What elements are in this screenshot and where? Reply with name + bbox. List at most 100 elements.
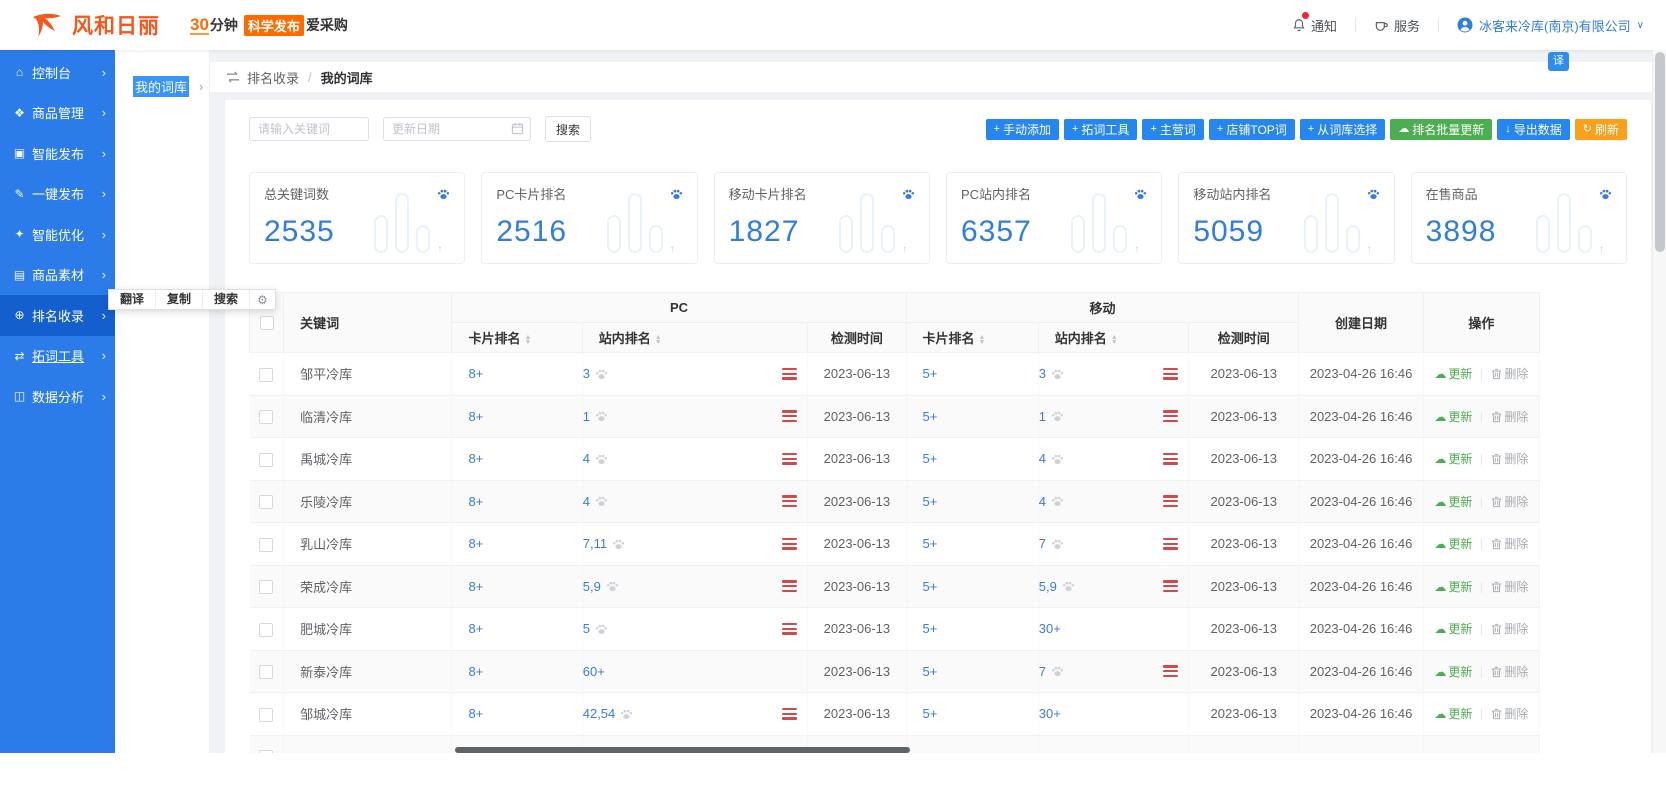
select-all-checkbox[interactable] [259, 316, 274, 331]
sidebar-item-product-management[interactable]: ❖ 商品管理 › [0, 93, 115, 134]
mobile-site-rank-link[interactable]: 30+ [1039, 706, 1061, 721]
notifications-button[interactable]: 通知 [1274, 11, 1355, 35]
pc-card-rank-link[interactable]: 8+ [468, 366, 483, 381]
pc-site-rank-link[interactable]: 3 [583, 366, 590, 381]
sidebar-item-one-click-publish[interactable]: ✎ 一键发布 › [0, 174, 115, 215]
pc-site-rank-link[interactable]: 1 [583, 409, 590, 424]
row-checkbox[interactable] [259, 495, 274, 510]
update-button[interactable]: ☁ 更新 [1434, 367, 1472, 381]
rank-list-icon[interactable] [782, 707, 798, 720]
word-expand-tools-button[interactable]: + 拓词工具 [1063, 118, 1138, 140]
delete-button[interactable]: 删除 [1491, 707, 1528, 721]
selection-menu-search[interactable]: 搜索 [203, 290, 251, 309]
mobile-card-rank-link[interactable]: 5+ [923, 706, 938, 721]
account-menu[interactable]: 冰客来冷库(南京)有限公司 ∨ [1439, 16, 1644, 35]
update-button[interactable]: ☁ 更新 [1434, 707, 1472, 721]
row-checkbox[interactable] [259, 750, 274, 753]
delete-button[interactable]: 删除 [1491, 665, 1528, 679]
mobile-site-rank-link[interactable]: 3 [1039, 366, 1046, 381]
update-button[interactable]: ☁ 更新 [1434, 537, 1472, 551]
pc-site-rank-link[interactable]: 42,54 [583, 706, 616, 721]
row-checkbox[interactable] [259, 537, 274, 552]
row-checkbox[interactable] [259, 580, 274, 595]
vertical-scrollbar-thumb[interactable] [1654, 52, 1665, 252]
update-date-input[interactable] [383, 117, 531, 141]
pc-card-rank-link[interactable]: 8+ [468, 536, 483, 551]
row-checkbox[interactable] [259, 707, 274, 722]
row-checkbox[interactable] [259, 622, 274, 637]
gear-icon[interactable]: ⚙ [250, 293, 275, 307]
update-button[interactable]: ☁ 更新 [1434, 452, 1472, 466]
pc-card-rank-link[interactable]: 8+ [468, 579, 483, 594]
delete-button[interactable]: 删除 [1491, 452, 1528, 466]
mobile-card-rank-link[interactable]: 5+ [923, 494, 938, 509]
mobile-card-rank-link[interactable]: 5+ [923, 579, 938, 594]
rank-list-icon[interactable] [782, 452, 798, 465]
mobile-site-rank-link[interactable]: 7 [1039, 536, 1046, 551]
update-button[interactable]: ☁ 更新 [1434, 665, 1472, 679]
update-button[interactable]: ☁ 更新 [1434, 622, 1472, 636]
sort-icon[interactable]: ▲ ▼ [1111, 334, 1118, 346]
main-words-button[interactable]: + 主营词 [1142, 118, 1204, 140]
rank-list-icon[interactable] [1163, 367, 1179, 380]
mobile-card-rank-link[interactable]: 5+ [923, 366, 938, 381]
pc-card-rank-link[interactable]: 8+ [468, 621, 483, 636]
mobile-site-rank-link[interactable]: 4 [1039, 451, 1046, 466]
rank-list-icon[interactable] [782, 367, 798, 380]
select-from-lexicon-button[interactable]: + 从词库选择 [1299, 118, 1386, 140]
sidebar-item-data-analytics[interactable]: ◫ 数据分析 › [0, 376, 115, 417]
pc-site-rank-link[interactable]: 60+ [583, 664, 605, 679]
delete-button[interactable]: 删除 [1491, 367, 1528, 381]
pc-site-rank-link[interactable]: 5,9 [583, 579, 601, 594]
delete-button[interactable]: 删除 [1491, 410, 1528, 424]
sort-icon[interactable]: ▲ ▼ [979, 334, 986, 346]
pc-site-rank-link[interactable]: 4 [583, 451, 590, 466]
sort-icon[interactable]: ▲ ▼ [524, 334, 531, 346]
col-mobile-site-rank[interactable]: 站内排名 ▲ ▼ [1037, 322, 1190, 353]
pc-site-rank-link[interactable]: 7,11 [583, 536, 607, 551]
delete-button[interactable]: 删除 [1491, 537, 1528, 551]
sidebar-item-dashboard[interactable]: ⌂ 控制台 › [0, 52, 115, 93]
col-pc-site-rank[interactable]: 站内排名 ▲ ▼ [581, 322, 809, 353]
mobile-card-rank-link[interactable]: 5+ [923, 664, 938, 679]
mobile-card-rank-link[interactable]: 5+ [923, 451, 938, 466]
vertical-scrollbar[interactable] [1652, 50, 1666, 753]
selection-menu-translate[interactable]: 翻译 [109, 290, 157, 309]
pc-card-rank-link[interactable]: 8+ [468, 706, 483, 721]
manual-add-button[interactable]: + 手动添加 [985, 118, 1059, 140]
row-checkbox[interactable] [259, 665, 274, 680]
delete-button[interactable]: 删除 [1491, 622, 1528, 636]
row-checkbox[interactable] [259, 410, 274, 425]
mobile-site-rank-link[interactable]: 1 [1039, 409, 1046, 424]
rank-list-icon[interactable] [782, 495, 798, 508]
rank-list-icon[interactable] [782, 537, 798, 550]
shop-top-words-button[interactable]: + 店铺TOP词 [1208, 118, 1295, 140]
pc-card-rank-link[interactable]: 8+ [468, 494, 483, 509]
extension-float-icon[interactable]: 译 [1548, 52, 1569, 71]
rank-list-icon[interactable] [1163, 410, 1179, 423]
pc-site-rank-link[interactable]: 5 [583, 621, 590, 636]
batch-update-rank-button[interactable]: ☁ 排名批量更新 [1390, 118, 1493, 140]
rank-list-icon[interactable] [1163, 580, 1179, 593]
sidebar-item-word-expand-tools[interactable]: ⇄ 拓词工具 › [0, 336, 115, 377]
mobile-site-rank-link[interactable]: 4 [1039, 494, 1046, 509]
mobile-site-rank-link[interactable]: 7 [1039, 664, 1046, 679]
pc-card-rank-link[interactable]: 8+ [468, 664, 483, 679]
rank-list-icon[interactable] [782, 622, 798, 635]
mobile-card-rank-link[interactable]: 5+ [923, 409, 938, 424]
sidebar-item-product-materials[interactable]: ▤ 商品素材 › [0, 255, 115, 296]
sidebar-item-rank-index[interactable]: ⊕ 排名收录 › [0, 295, 115, 336]
keyword-search-input[interactable] [249, 117, 369, 141]
row-checkbox[interactable] [259, 452, 274, 467]
update-button[interactable]: ☁ 更新 [1434, 410, 1472, 424]
mobile-site-rank-link[interactable]: 30+ [1039, 621, 1061, 636]
delete-button[interactable]: 删除 [1491, 495, 1528, 509]
rank-list-icon[interactable] [782, 410, 798, 423]
breadcrumb-parent[interactable]: 排名收录 [247, 68, 299, 87]
pc-card-rank-link[interactable]: 8+ [468, 451, 483, 466]
col-mobile-card-rank[interactable]: 卡片排名 ▲ ▼ [905, 322, 1039, 353]
update-button[interactable]: ☁ 更新 [1434, 495, 1472, 509]
sidebar-item-smart-publish[interactable]: ▣ 智能发布 › [0, 133, 115, 174]
horizontal-scrollbar-thumb[interactable] [455, 747, 910, 753]
delete-button[interactable]: 删除 [1491, 580, 1528, 594]
